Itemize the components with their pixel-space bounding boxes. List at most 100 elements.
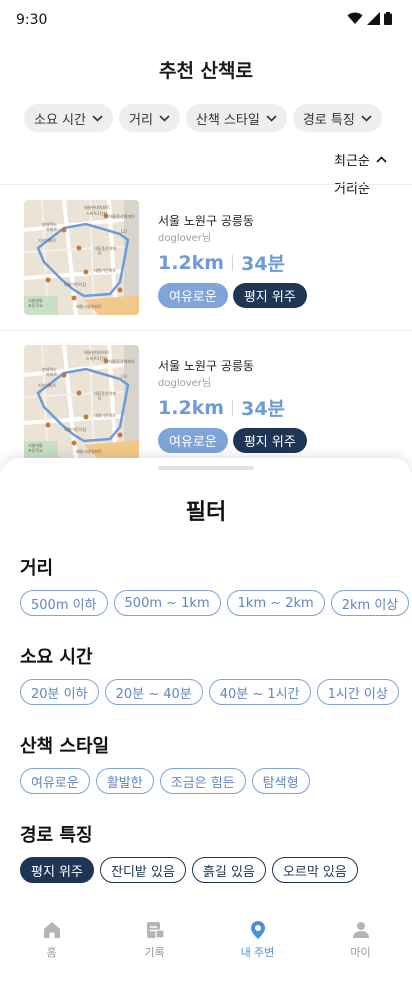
map-label: 초등학교 <box>28 447 43 453</box>
route-tag: 평지 위주 <box>232 428 307 453</box>
option-chip[interactable]: 500m 이하 <box>20 590 108 616</box>
nav-label: 마이 <box>350 946 371 959</box>
option-chip[interactable]: 조금은 힘든 <box>159 768 246 794</box>
map-label: 태릉현대아파트 <box>84 349 110 355</box>
option-chip[interactable]: 잔디밭 있음 <box>99 857 186 883</box>
map-label: 스위트1단지 <box>86 355 107 361</box>
map-label: 태릉어린이집 <box>64 426 86 432</box>
option-chip[interactable]: 활발한 <box>95 768 154 794</box>
map-label: 태릉시영아파트 <box>76 448 102 454</box>
status-time: 9:30 <box>16 12 48 28</box>
option-chip[interactable]: 20분 ~ 40분 <box>104 679 203 705</box>
filter-chip-duration[interactable]: 소요 시간 <box>24 104 113 132</box>
route-author: doglover님 <box>158 233 212 244</box>
route-tag: 여유로운 <box>158 428 228 453</box>
route-author: doglover님 <box>158 378 212 389</box>
map-label: 대형가전마트 <box>94 412 116 418</box>
style-options: 여유로운 활발한 조금은 힘든 탐색형 <box>20 768 310 794</box>
map-label: 기리아파트 <box>38 237 57 243</box>
filter-chip-distance[interactable]: 거리 <box>118 104 180 132</box>
map-label: 아파트 <box>46 226 57 232</box>
map-label: 태릉시영아파트 <box>76 303 102 309</box>
battery-icon <box>384 12 392 25</box>
option-chip[interactable]: 2km 이상 <box>330 590 410 616</box>
status-icons <box>347 12 392 25</box>
route-stats: 1.2km 34분 <box>158 249 285 276</box>
nav-item-records[interactable]: 기록 <box>103 912 206 993</box>
filter-chip-style[interactable]: 산책 스타일 <box>185 104 287 132</box>
nav-label: 기록 <box>144 946 165 959</box>
map-label: 대형가전마트 <box>94 267 116 273</box>
map-label: 트 <box>98 396 102 401</box>
route-tags: 여유로운 평지 위주 <box>158 283 307 308</box>
route-stats: 1.2km 34분 <box>158 394 285 421</box>
route-duration: 34분 <box>241 253 286 275</box>
signal-icon <box>367 12 380 25</box>
bottom-nav: 홈 기록 내 주변 마이 <box>0 912 412 993</box>
filter-chip-label: 소요 시간 <box>34 112 86 128</box>
option-chip[interactable]: 1km ~ 2km <box>226 590 325 616</box>
map-label: 트 <box>98 251 102 256</box>
chevron-down-icon <box>266 114 277 122</box>
sort-option-label: 최근순 <box>334 153 370 169</box>
route-tags: 여유로운 평지 위주 <box>158 428 307 453</box>
map-label: CU <box>121 229 127 234</box>
option-chip[interactable]: 오르막 있음 <box>271 857 358 883</box>
option-chip[interactable]: 40분 ~ 1시간 <box>208 679 311 705</box>
map-label: 태릉동성해피아 <box>109 358 135 364</box>
section-title-style: 산책 스타일 <box>20 736 110 757</box>
route-tag: 여유로운 <box>158 283 228 308</box>
filter-chip-label: 경로 특징 <box>302 112 355 128</box>
route-card[interactable]: 태릉현대아파트 스위트1단지 태릉동성해피아 CU 현대맥스 아파트 기리아파트… <box>0 186 412 331</box>
filter-chip-label: 산책 스타일 <box>195 112 260 128</box>
filter-chips: 소요 시간 거리 산책 스타일 경로 특징 <box>24 104 382 132</box>
stat-divider <box>232 254 234 271</box>
map-label: 태릉어린이집 <box>64 281 86 287</box>
section-title-duration: 소요 시간 <box>20 647 93 668</box>
sheet-drag-handle[interactable] <box>158 466 254 470</box>
map-label: CU <box>121 374 127 379</box>
person-icon <box>352 922 369 938</box>
nav-label: 홈 <box>46 946 57 959</box>
route-location: 서울 노원구 공릉동 <box>158 359 254 373</box>
duration-options: 20분 이하 20분 ~ 40분 40분 ~ 1시간 1시간 이상 <box>20 679 399 705</box>
chevron-down-icon <box>361 114 372 122</box>
chevron-down-icon <box>159 114 170 122</box>
nav-item-my[interactable]: 마이 <box>309 912 412 993</box>
option-chip[interactable]: 500m ~ 1km <box>113 590 221 616</box>
route-duration: 34분 <box>241 398 286 420</box>
section-title-features: 경로 특징 <box>20 825 93 846</box>
route-card[interactable]: 태릉현대아파트 스위트1단지 태릉동성해피아 CU 현대맥스 아파트 기리아파트… <box>0 331 412 476</box>
sheet-title: 필터 <box>185 500 227 525</box>
route-tag: 평지 위주 <box>232 283 307 308</box>
filter-chip-features[interactable]: 경로 특징 <box>292 104 382 132</box>
feature-options: 평지 위주 잔디밭 있음 흙길 있음 오르막 있음 <box>20 857 358 883</box>
route-distance: 1.2km <box>158 251 225 274</box>
option-chip[interactable]: 20분 이하 <box>20 679 99 705</box>
nav-item-home[interactable]: 홈 <box>0 912 103 993</box>
route-map-thumbnail: 태릉현대아파트 스위트1단지 태릉동성해피아 CU 현대맥스 아파트 기리아파트… <box>24 200 139 315</box>
sort-option-recent[interactable]: 최근순 <box>334 150 404 169</box>
status-bar: 9:30 <box>0 0 412 40</box>
divider <box>0 184 412 185</box>
location-pin-icon <box>250 921 265 939</box>
page-title: 추천 산책로 <box>158 60 253 82</box>
nav-item-nearby[interactable]: 내 주변 <box>206 912 309 993</box>
option-chip[interactable]: 흙길 있음 <box>191 857 266 883</box>
route-distance: 1.2km <box>158 396 225 419</box>
distance-options: 500m 이하 500m ~ 1km 1km ~ 2km 2km 이상 <box>20 590 410 616</box>
map-label: 기리아파트 <box>38 382 57 388</box>
map-image: 태릉현대아파트 스위트1단지 태릉동성해피아 CU 현대맥스 아파트 기리아파트… <box>24 345 139 460</box>
map-label: 아파트 <box>46 371 57 377</box>
filter-chip-label: 거리 <box>128 112 153 128</box>
option-chip-selected[interactable]: 평지 위주 <box>20 857 94 883</box>
home-icon <box>43 922 60 938</box>
stat-divider <box>232 399 234 416</box>
record-icon <box>146 922 165 939</box>
option-chip[interactable]: 탐색형 <box>251 768 310 794</box>
option-chip[interactable]: 1시간 이상 <box>316 679 399 705</box>
map-label: 태릉동성해피아 <box>109 213 135 219</box>
option-chip[interactable]: 여유로운 <box>20 768 90 794</box>
map-label: 초등학교 <box>28 302 43 308</box>
chevron-up-icon <box>376 155 387 163</box>
